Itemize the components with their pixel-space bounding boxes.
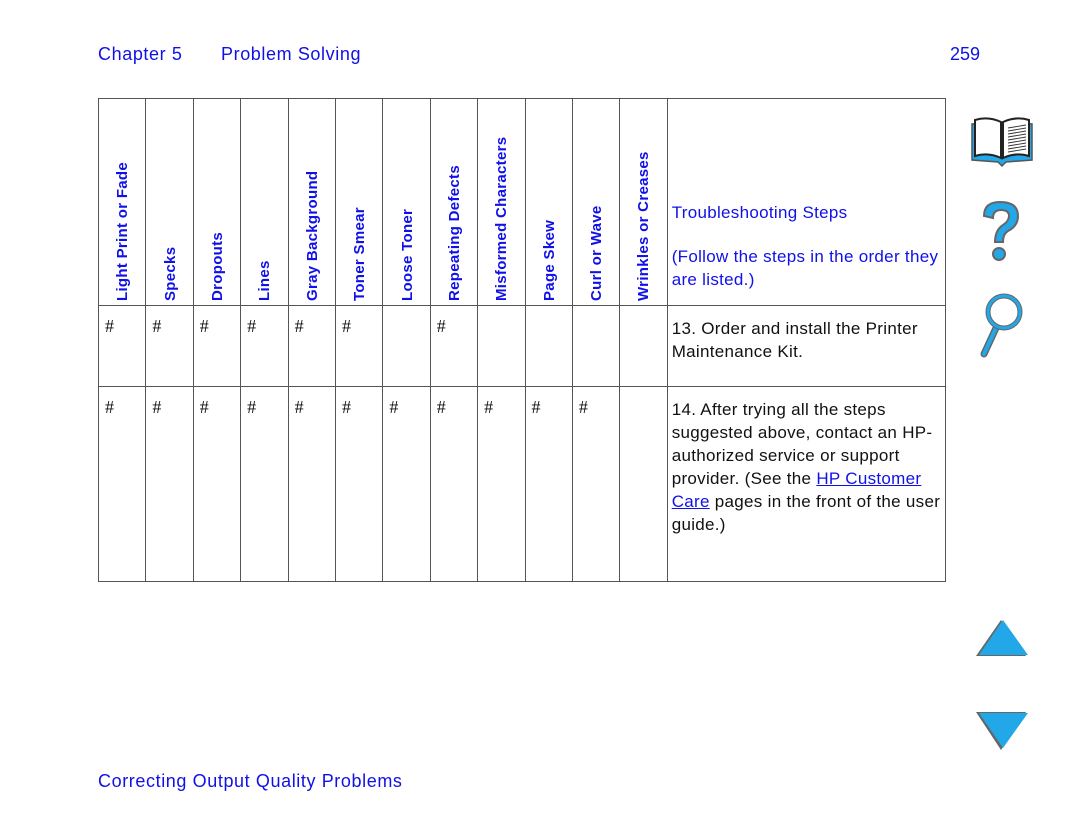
- column-label: Curl or Wave: [588, 205, 606, 301]
- mark-cell: #: [192, 305, 242, 387]
- column-header: Repeating Defects: [429, 98, 479, 306]
- mark-symbol: #: [105, 397, 114, 417]
- mark-cell: #: [287, 305, 336, 387]
- previous-page-icon[interactable]: [974, 618, 1030, 658]
- column-header: Misformed Characters: [477, 98, 526, 306]
- mark-cell: #: [429, 305, 479, 387]
- mark-symbol: #: [389, 397, 399, 417]
- mark-cell: #: [477, 386, 526, 582]
- mark-cell: [619, 386, 668, 582]
- chapter-label: Chapter 5: [98, 44, 183, 64]
- column-label: Gray Background: [303, 170, 321, 301]
- mark-cell: #: [287, 386, 336, 582]
- mark-symbol: #: [247, 397, 257, 417]
- mark-cell: #: [334, 305, 384, 387]
- mark-cell: #: [240, 305, 289, 387]
- column-label: Toner Smear: [351, 207, 369, 301]
- mark-cell: #: [429, 386, 479, 582]
- column-header: Light Print or Fade: [97, 98, 147, 306]
- column-label: Wrinkles or Creases: [635, 151, 653, 301]
- mark-cell: #: [192, 386, 242, 582]
- question-mark-icon[interactable]: [976, 198, 1026, 266]
- mark-symbol: #: [294, 316, 304, 336]
- column-label: Repeating Defects: [445, 165, 463, 301]
- mark-cell: #: [145, 305, 194, 387]
- column-header: Curl or Wave: [571, 98, 621, 306]
- mark-symbol: #: [341, 316, 351, 336]
- mark-symbol: #: [199, 316, 209, 336]
- mark-symbol: #: [341, 397, 351, 417]
- mark-symbol: #: [436, 316, 446, 336]
- column-header: Toner Smear: [334, 98, 384, 306]
- column-label: Lines: [256, 260, 274, 301]
- mark-cell: #: [524, 386, 573, 582]
- mark-symbol: #: [436, 397, 446, 417]
- step-13: 13. Order and install the Printer Mainte…: [666, 305, 946, 387]
- chapter-title: Problem Solving: [221, 44, 362, 64]
- mark-symbol: #: [294, 397, 304, 417]
- mark-cell: #: [97, 305, 147, 387]
- column-header: Dropouts: [192, 98, 242, 306]
- column-header: Wrinkles or Creases: [619, 98, 668, 306]
- mark-cell: [382, 305, 431, 387]
- mark-cell: #: [382, 386, 431, 582]
- mark-symbol: #: [152, 316, 162, 336]
- mark-symbol: #: [578, 397, 588, 417]
- mark-cell: [619, 305, 668, 387]
- mark-symbol: #: [105, 316, 114, 336]
- column-label: Page Skew: [540, 219, 558, 301]
- mark-cell: #: [334, 386, 384, 582]
- troubleshooting-table: Light Print or Fade Specks Dropouts Line…: [97, 98, 946, 582]
- column-label: Loose Toner: [398, 208, 416, 301]
- column-header: Lines: [240, 98, 289, 306]
- column-label: Specks: [161, 246, 179, 301]
- mark-symbol: #: [484, 397, 494, 417]
- column-header: Page Skew: [524, 98, 573, 306]
- column-header: Specks: [145, 98, 194, 306]
- next-page-icon[interactable]: [974, 710, 1030, 752]
- mark-symbol: #: [247, 316, 257, 336]
- steps-title: Troubleshooting Steps: [671, 203, 848, 222]
- column-label: Dropouts: [208, 231, 226, 301]
- table-row: # # # # # # # 13. Order and install the …: [97, 305, 946, 387]
- book-icon[interactable]: [966, 112, 1038, 168]
- table-header-row: Light Print or Fade Specks Dropouts Line…: [97, 98, 946, 306]
- mark-cell: [571, 305, 621, 387]
- mark-cell: [477, 305, 526, 387]
- column-label: Misformed Characters: [493, 136, 511, 301]
- footer-section-title: Correcting Output Quality Problems: [98, 771, 403, 791]
- mark-cell: #: [240, 386, 289, 582]
- mark-symbol: #: [152, 397, 162, 417]
- mark-cell: #: [145, 386, 194, 582]
- table-row: # # # # # # # # # # # 14. After trying a…: [97, 386, 946, 582]
- column-header: Loose Toner: [382, 98, 431, 306]
- mark-symbol: #: [199, 397, 209, 417]
- page-number: 259: [950, 44, 981, 64]
- steps-subtitle: (Follow the steps in the order they are …: [671, 247, 939, 289]
- mark-cell: #: [97, 386, 147, 582]
- step-14-text-end: pages in the front of the user guide.): [671, 492, 941, 534]
- steps-header: Troubleshooting Steps (Follow the steps …: [666, 98, 946, 306]
- column-label: Light Print or Fade: [114, 161, 132, 301]
- mark-cell: #: [571, 386, 621, 582]
- step-14: 14. After trying all the steps suggested…: [666, 386, 946, 582]
- mark-symbol: #: [531, 397, 541, 417]
- magnifier-icon[interactable]: [976, 290, 1026, 360]
- column-header: Gray Background: [287, 98, 336, 306]
- mark-cell: [524, 305, 573, 387]
